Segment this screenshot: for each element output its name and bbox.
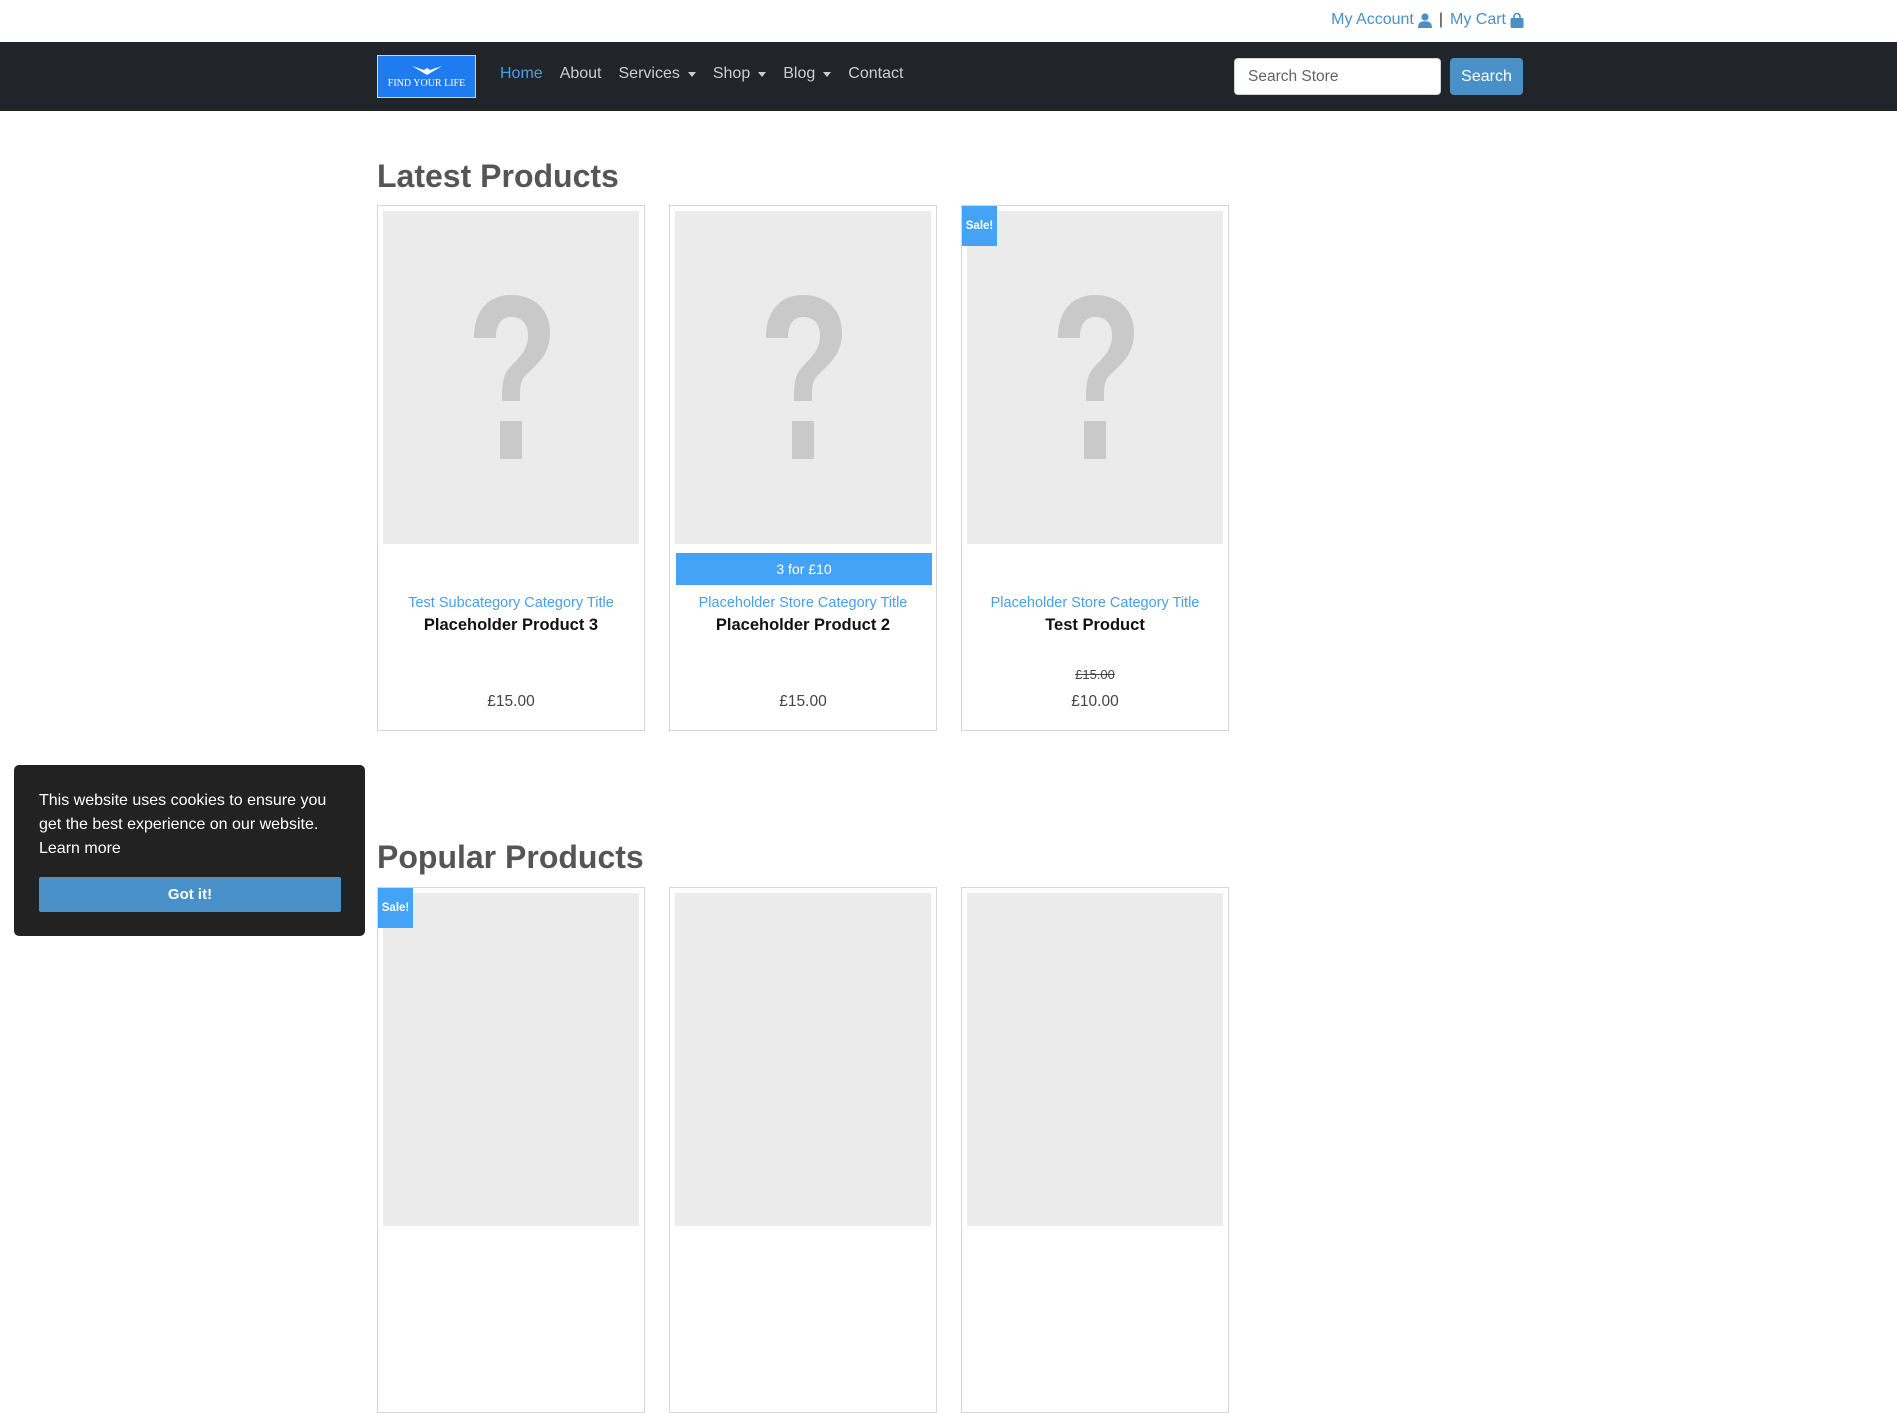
nav-item-label: Services (618, 65, 680, 82)
product-card[interactable]: Test Subcategory Category Title Placehold… (377, 205, 645, 731)
nav-item-label: Contact (848, 65, 904, 82)
placeholder-question-icon (1058, 294, 1134, 459)
placeholder-question-icon (766, 294, 842, 459)
sale-badge: Sale! (962, 206, 997, 246)
logo-text: FIND YOUR LIFE (387, 78, 466, 89)
top-utility-bar: My Account | My Cart (0, 0, 1897, 42)
my-account-label: My Account (1331, 11, 1414, 28)
product-price: £10.00 (1071, 693, 1119, 710)
product-image[interactable] (967, 893, 1223, 1226)
nav-item-1[interactable]: About (560, 65, 602, 83)
product-old-price: £15.00 (1075, 667, 1115, 682)
learn-more-link[interactable]: Learn more (39, 840, 121, 857)
site-logo[interactable]: FIND YOUR LIFE (377, 55, 476, 98)
account-links: My Account | My Cart (1331, 11, 1524, 29)
nav-item-5[interactable]: Contact (848, 65, 903, 83)
nav-menu: Home About Services Shop Blog Contact (500, 65, 903, 83)
bird-logo-icon (411, 66, 442, 75)
nav-item-0[interactable]: Home (500, 65, 543, 83)
link-separator: | (1438, 11, 1443, 28)
cookie-banner: This website uses cookies to ensure you … (14, 765, 365, 936)
product-name[interactable]: Test Product (962, 616, 1228, 635)
caret-down-icon (687, 71, 696, 77)
product-card[interactable]: Sale! (377, 887, 645, 1413)
nav-item-label: Shop (712, 65, 751, 82)
product-name[interactable]: Placeholder Product 2 (670, 616, 936, 635)
my-account-link[interactable]: My Account (1331, 11, 1432, 29)
product-image[interactable] (383, 893, 639, 1226)
popular-products-title: Popular Products (377, 839, 644, 875)
search-input[interactable] (1234, 58, 1441, 95)
product-category-link[interactable]: Placeholder Store Category Title (670, 595, 936, 611)
latest-products-title: Latest Products (377, 158, 619, 194)
cookie-message: This website uses cookies to ensure you … (39, 789, 339, 861)
nav-item-3[interactable]: Shop (712, 65, 767, 83)
nav-item-label: Blog (783, 65, 816, 82)
caret-down-icon (758, 71, 767, 77)
my-cart-link[interactable]: My Cart (1450, 11, 1524, 29)
product-image[interactable] (967, 211, 1223, 544)
product-price: £15.00 (779, 693, 827, 710)
search-button[interactable]: Search (1450, 58, 1523, 95)
product-image[interactable] (675, 893, 931, 1226)
cookie-accept-button[interactable]: Got it! (39, 877, 341, 912)
product-name[interactable]: Placeholder Product 3 (378, 616, 644, 635)
my-cart-label: My Cart (1450, 11, 1506, 28)
product-image[interactable] (675, 211, 931, 544)
product-category-link[interactable]: Test Subcategory Category Title (378, 595, 644, 611)
product-price: £15.00 (487, 693, 535, 710)
product-card[interactable]: Sale! Placeholder Store Category Title Tes… (961, 205, 1229, 731)
shopping-bag-icon (1510, 12, 1524, 28)
nav-item-label: Home (500, 65, 543, 82)
product-category-link[interactable]: Placeholder Store Category Title (962, 595, 1228, 611)
nav-item-4[interactable]: Blog (783, 65, 832, 83)
nav-item-label: About (559, 65, 602, 82)
product-card[interactable] (961, 887, 1229, 1413)
sale-badge: Sale! (378, 888, 413, 928)
product-card[interactable]: 3 for £10 Placeholder Store Category Titl… (669, 205, 937, 731)
product-card[interactable] (669, 887, 937, 1413)
cookie-message-text: This website uses cookies to ensure you … (39, 792, 327, 833)
user-icon (1417, 12, 1432, 28)
product-image[interactable] (383, 211, 639, 544)
placeholder-question-icon (474, 294, 550, 459)
nav-item-2[interactable]: Services (619, 65, 696, 83)
main-navbar: FIND YOUR LIFE Home About Services Shop Blog… (0, 42, 1897, 111)
offer-banner: 3 for £10 (676, 553, 932, 585)
caret-down-icon (823, 71, 832, 77)
